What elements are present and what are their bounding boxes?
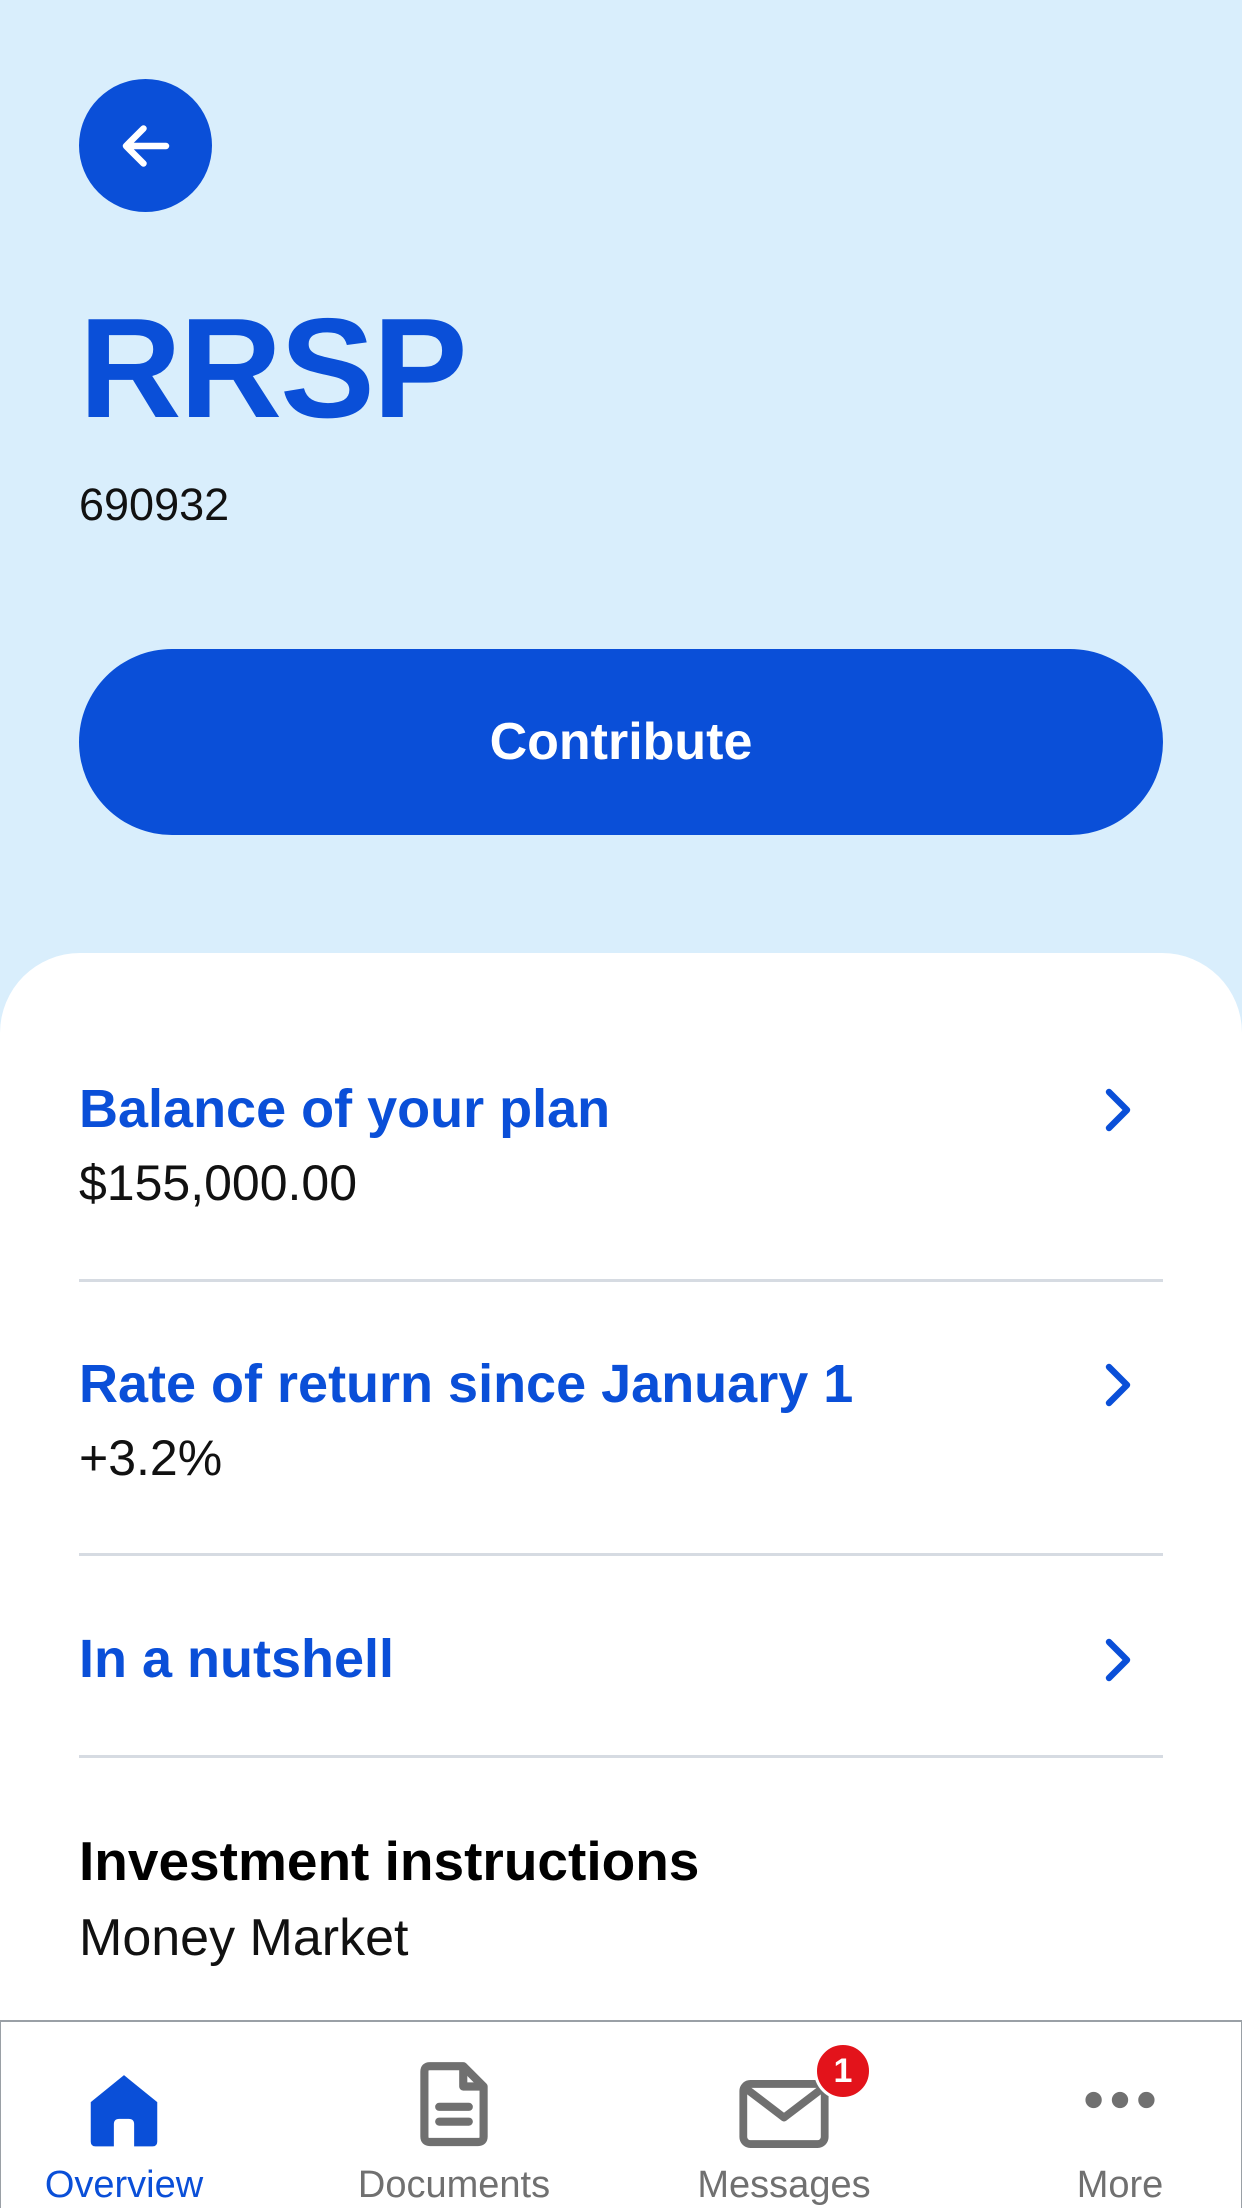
back-button[interactable]	[79, 79, 212, 212]
chevron-right-icon	[1105, 1638, 1131, 1682]
rate-of-return-row[interactable]: Rate of return since January 1 +3.2%	[79, 1357, 1163, 1483]
envelope-icon	[739, 2080, 829, 2148]
divider	[79, 1279, 1163, 1282]
arrow-left-icon	[122, 124, 169, 167]
balance-row[interactable]: Balance of your plan $155,000.00	[79, 1082, 1163, 1208]
chevron-right-icon	[1105, 1088, 1131, 1132]
home-icon	[90, 2075, 158, 2147]
balance-title: Balance of your plan	[79, 1079, 611, 1139]
document-icon	[420, 2062, 488, 2147]
tab-messages-label: Messages	[697, 2164, 871, 2206]
page-title: RRSP	[79, 289, 468, 448]
unread-badge: 1	[814, 2042, 872, 2100]
tab-more-label: More	[1076, 2164, 1164, 2206]
tab-documents[interactable]: Documents	[304, 2022, 604, 2208]
divider	[79, 1755, 1163, 1758]
account-screen: RRSP 690932 Contribute Balance of your p…	[0, 0, 1242, 2208]
nutshell-row[interactable]: In a nutshell	[79, 1632, 1163, 1686]
tab-documents-label: Documents	[357, 2164, 551, 2206]
divider	[79, 1553, 1163, 1556]
more-icon	[1085, 2091, 1155, 2109]
rate-of-return-value: +3.2%	[79, 1430, 223, 1486]
tab-messages[interactable]: 1 Messages	[634, 2022, 934, 2208]
tab-bar: Overview Documents 1 Messages More	[0, 2020, 1242, 2208]
rate-of-return-title: Rate of return since January 1	[79, 1354, 854, 1414]
contribute-button[interactable]: Contribute	[79, 649, 1163, 835]
account-number: 690932	[79, 479, 230, 530]
nutshell-title: In a nutshell	[79, 1629, 395, 1689]
chevron-right-icon	[1105, 1363, 1131, 1407]
tab-overview-label: Overview	[44, 2164, 204, 2206]
investment-instructions-value: Money Market	[79, 1909, 409, 1967]
investment-instructions-title: Investment instructions	[79, 1830, 700, 1892]
tab-more[interactable]: More	[970, 2022, 1242, 2208]
balance-value: $155,000.00	[79, 1155, 358, 1211]
tab-overview[interactable]: Overview	[0, 2022, 274, 2208]
